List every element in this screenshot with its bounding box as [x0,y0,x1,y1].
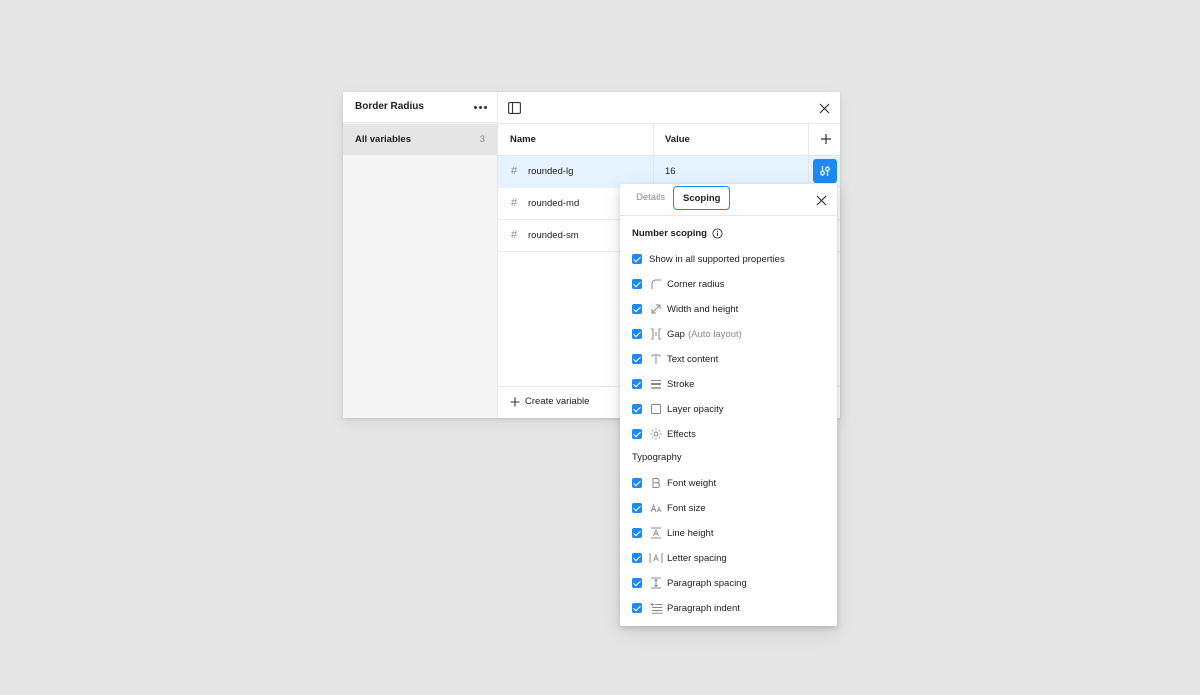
option-label: Letter spacing [667,552,727,564]
number-hash-icon: # [511,229,518,241]
scope-option-line-height[interactable]: Line height [632,525,713,541]
add-mode-icon[interactable] [820,132,832,150]
sidebar-item-label: All variables [355,134,411,145]
paragraph-spacing-icon [649,576,663,590]
checkbox[interactable] [632,279,642,289]
section-title: Typography [632,452,682,463]
scope-option-paragraph-spacing[interactable]: Paragraph spacing [632,575,747,591]
option-label: Font weight [667,477,717,489]
create-variable-label: Create variable [525,396,590,407]
checkbox[interactable] [632,603,642,613]
collections-sidebar: Border Radius All variables 3 [343,92,498,418]
checkbox[interactable] [632,329,642,339]
checkbox[interactable] [632,553,642,563]
checkbox[interactable] [632,578,642,588]
variable-name: rounded-sm [528,230,579,241]
scope-option-font-weight[interactable]: Font weight [632,475,716,491]
scope-option-effects[interactable]: Effects [632,426,696,442]
scope-option-letter-spacing[interactable]: Letter spacing [632,550,727,566]
option-label: Line height [667,527,714,539]
paragraph-indent-icon [649,601,663,615]
stroke-icon [649,377,663,391]
checkbox[interactable] [632,304,642,314]
more-horizontal-icon[interactable] [473,101,489,113]
font-weight-icon [649,476,663,490]
option-sublabel: (Auto layout) [687,328,742,340]
checkbox[interactable] [632,478,642,488]
tab-scoping[interactable]: Scoping [673,186,731,210]
line-height-icon [649,526,663,540]
checkbox[interactable] [632,503,642,513]
scope-option-gap[interactable]: Gap (Auto layout) [632,326,742,342]
font-size-icon [649,501,663,515]
opacity-icon [649,402,663,416]
plus-icon [510,397,520,406]
checkbox[interactable] [632,528,642,538]
show-all-checkbox[interactable]: Show in all supported properties [632,251,785,267]
column-divider [808,124,809,155]
sidebar-item-count: 3 [479,134,485,145]
option-label: Show in all supported properties [649,253,785,265]
typography-heading: Typography [632,452,682,463]
create-variable-button[interactable]: Create variable [510,396,589,407]
info-icon[interactable] [712,228,723,239]
checkbox[interactable] [632,379,642,389]
option-label: Corner radius [667,278,725,290]
variable-value[interactable]: 16 [665,166,676,177]
resize-arrow-icon [649,302,663,316]
close-icon[interactable] [819,101,830,119]
option-label: Effects [667,428,696,440]
number-hash-icon: # [511,165,518,177]
section-title: Number scoping [632,228,707,239]
effects-icon [649,427,663,441]
number-hash-icon: # [511,197,518,209]
scope-option-corner-radius[interactable]: Corner radius [632,276,725,292]
edit-variable-button[interactable] [813,159,837,183]
option-label: Font size [667,502,706,514]
collection-title[interactable]: Border Radius [355,101,424,112]
checkbox[interactable] [632,254,642,264]
option-label: Width and height [667,303,739,315]
sidebar-toggle-icon[interactable] [508,101,521,119]
sliders-icon [820,166,830,176]
checkbox[interactable] [632,429,642,439]
corner-radius-icon [649,277,663,291]
close-icon[interactable] [816,193,827,211]
checkbox[interactable] [632,404,642,414]
column-divider [808,156,809,187]
text-icon [649,352,663,366]
sidebar-item-all-variables[interactable]: All variables 3 [343,124,497,155]
column-divider [653,156,654,187]
option-label: Paragraph indent [667,602,740,614]
tab-details[interactable]: Details [627,186,674,210]
option-label: Text content [667,353,719,365]
option-label: Layer opacity [667,403,724,415]
checkbox[interactable] [632,354,642,364]
toolbar [498,92,840,124]
option-label: Paragraph spacing [667,577,747,589]
popover-header: Details Scoping [620,184,837,216]
table-header: Name Value [498,124,840,156]
gap-icon [649,327,663,341]
option-label: Stroke [667,378,695,390]
scope-option-paragraph-indent[interactable]: Paragraph indent [632,600,740,616]
variable-name: rounded-md [528,198,580,209]
number-scoping-heading: Number scoping [632,228,723,239]
scoping-popover: Details Scoping Number scoping Show in a… [620,184,837,626]
collection-header: Border Radius [343,92,497,123]
column-header-value[interactable]: Value [665,134,690,145]
scope-option-layer-opacity[interactable]: Layer opacity [632,401,724,417]
variable-name: rounded-lg [528,166,574,177]
option-label: Gap [667,328,685,340]
column-divider [653,124,654,155]
scope-option-stroke[interactable]: Stroke [632,376,694,392]
scope-option-text-content[interactable]: Text content [632,351,718,367]
column-header-name[interactable]: Name [510,134,536,145]
scope-option-width-height[interactable]: Width and height [632,301,738,317]
letter-spacing-icon [649,551,663,565]
scope-option-font-size[interactable]: Font size [632,500,706,516]
